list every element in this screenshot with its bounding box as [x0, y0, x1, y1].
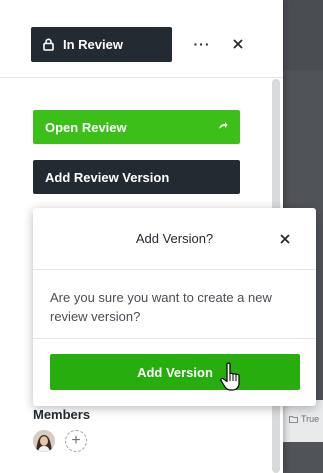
more-options-button[interactable]: ··· — [191, 34, 213, 54]
panel-close-button[interactable] — [228, 34, 248, 54]
dialog-divider — [33, 338, 316, 339]
avatar[interactable] — [33, 430, 55, 452]
dialog-close-button[interactable] — [276, 230, 294, 248]
avatar-image — [33, 430, 55, 452]
open-review-button[interactable]: Open Review — [33, 110, 240, 144]
members-label: Members — [33, 407, 91, 422]
status-button[interactable]: In Review — [31, 27, 172, 62]
lock-icon — [43, 38, 54, 51]
add-member-button[interactable]: + — [65, 430, 87, 452]
panel-header: In Review ··· — [0, 0, 283, 78]
background-band — [283, 0, 323, 70]
background-folder-label: True — [301, 414, 320, 424]
dialog-header: Add Version? — [33, 208, 316, 270]
share-arrow-icon — [219, 122, 228, 129]
close-icon — [280, 234, 290, 244]
background-folder-item: True — [289, 414, 319, 424]
folder-icon — [289, 416, 298, 423]
add-version-confirm-button[interactable]: Add Version — [50, 354, 300, 390]
open-review-label: Open Review — [45, 119, 127, 135]
dialog-message: Are you sure you want to create a new re… — [50, 290, 272, 324]
dialog-title: Add Version? — [135, 231, 214, 246]
status-label: In Review — [63, 37, 123, 52]
add-review-version-button[interactable]: Add Review Version — [33, 160, 240, 194]
close-icon — [233, 39, 243, 49]
add-version-dialog: Add Version? Are you sure you want to cr… — [33, 208, 316, 406]
